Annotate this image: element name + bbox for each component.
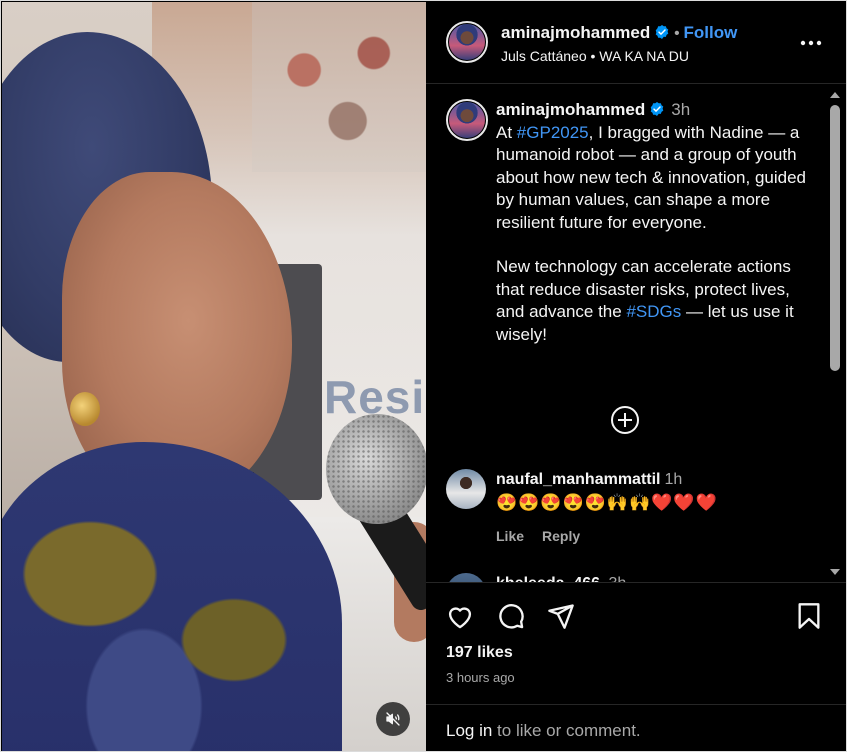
post-timestamp[interactable]: 3 hours ago [446,670,515,685]
plus-circle-icon [611,406,639,434]
hashtag-sdgs[interactable]: #SDGs [626,302,681,321]
login-prompt: Log in to like or comment. [426,704,846,751]
share-icon [548,604,574,629]
caption-username[interactable]: aminajmohammed [496,100,645,119]
audio-artist: Juls Cattáneo [501,48,587,64]
comment-header: kheleeda_466 3h [496,575,626,582]
comment-username[interactable]: naufal_manhammattil [496,471,660,488]
save-button[interactable] [794,601,824,631]
bookmark-icon [798,603,820,629]
comment-time[interactable]: 3h [609,575,627,582]
microphone-mesh [326,414,426,524]
share-button[interactable] [546,601,576,631]
follow-button[interactable]: Follow [684,23,738,42]
login-text: Log in to like or comment. [446,721,641,741]
speaker-muted-icon [386,712,400,726]
login-rest-text: to like or comment. [492,721,641,740]
comment-icon [499,604,524,629]
login-link[interactable]: Log in [446,721,492,740]
more-options-button[interactable] [798,30,824,56]
comment-avatar[interactable] [446,573,486,582]
comment-actions: Like Reply [496,528,598,544]
comments-scroll-area[interactable]: aminajmohammed 3h At #GP2025, I bragged wi… [426,85,846,582]
scrollbar-thumb[interactable] [830,105,840,371]
like-button[interactable] [445,601,475,631]
likes-count[interactable]: 197 likes [446,644,513,662]
header-separator: • [674,25,680,42]
caption-paragraph-1: aminajmohammed 3h At #GP2025, I bragged wi… [496,99,816,234]
verified-badge-icon [650,102,664,116]
caption-avatar[interactable] [449,102,485,138]
heart-icon [448,607,472,629]
caption-time[interactable]: 3h [671,100,690,119]
caption-paragraph-2: New technology can accelerate actions th… [496,256,816,346]
hashtag-gp2025[interactable]: #GP2025 [517,123,589,142]
comment-reply-button[interactable]: Reply [542,528,580,544]
comment-time[interactable]: 1h [664,471,682,488]
comment-like-button[interactable]: Like [496,528,524,544]
author-avatar[interactable] [449,24,485,60]
load-more-comments-button[interactable] [610,405,640,435]
comments-scrollbar[interactable] [826,85,843,582]
comment-avatar[interactable] [446,469,486,509]
post-details-panel: aminajmohammed • Follow Juls Cattáneo • WA… [426,2,846,751]
audio-title: WA KA NA DU [599,48,690,64]
post-modal: Resili aminajmohammed•Follow [0,0,847,752]
audio-line[interactable]: Juls Cattáneo • WA KA NA DU [501,48,689,64]
scroll-up-arrow-icon[interactable] [830,92,840,98]
speaker-earring [70,392,100,426]
caption-text-1a: At [496,122,517,142]
mute-toggle-button[interactable] [376,702,410,736]
header-user-line: aminajmohammed • Follow [501,23,737,43]
post-footer: 197 likes 3 hours ago Log in to like or … [426,582,846,751]
post-header: aminajmohammed • Follow Juls Cattáneo • WA… [426,2,846,84]
author-username[interactable]: aminajmohammed [501,23,650,42]
verified-badge-icon [655,25,669,39]
more-dots-icon [800,40,822,46]
background-crowd [252,2,426,172]
comment-username[interactable]: kheleeda_466 [496,575,600,582]
audio-separator: • [590,48,596,64]
scroll-down-arrow-icon[interactable] [830,569,840,575]
post-video[interactable]: Resili [2,2,426,751]
comment-button[interactable] [496,601,526,631]
caption: aminajmohammed 3h At #GP2025, I bragged wi… [496,99,816,346]
comment-text: 😍😍😍😍😍🙌🙌❤️❤️❤️ [496,493,718,512]
comment-header: naufal_manhammattil 1h [496,471,682,489]
